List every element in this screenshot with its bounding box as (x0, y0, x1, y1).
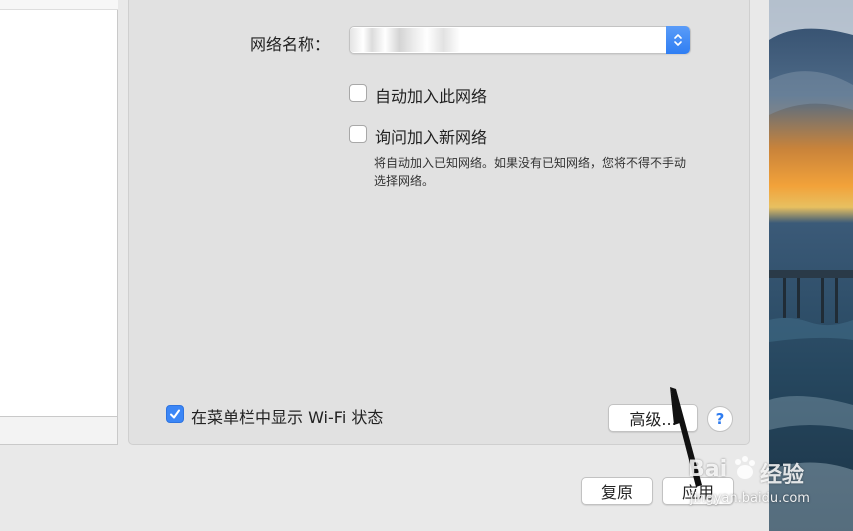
network-preferences-window: 网络名称： 自动加入此网络 询问加入新网络 将自动加入已知网络。如果没有已知网络… (0, 0, 769, 531)
revert-button[interactable]: 复原 (581, 477, 653, 505)
baidu-watermark: Bai 经验 jingyan.baidu.com (660, 455, 820, 515)
checkmark-icon (170, 409, 180, 419)
show-wifi-label: 在菜单栏中显示 Wi-Fi 状态 (191, 408, 384, 427)
help-button[interactable]: ? (707, 406, 733, 432)
paw-icon (735, 456, 755, 479)
ask-join-hint: 将自动加入已知网络。如果没有已知网络，您将不得不手动选择网络。 (374, 156, 687, 188)
auto-join-label: 自动加入此网络 (375, 87, 488, 106)
watermark-brand-right: 经验 (760, 463, 805, 488)
show-wifi-checkbox[interactable] (166, 405, 184, 423)
desktop-wallpaper (769, 0, 853, 531)
auto-join-checkbox[interactable] (349, 84, 367, 102)
window-footer (0, 445, 769, 531)
question-icon: ? (715, 410, 725, 428)
watermark-brand-left: Bai (688, 457, 728, 482)
ask-join-label: 询问加入新网络 (375, 128, 488, 147)
network-name-select[interactable] (349, 26, 691, 54)
wifi-settings-panel (128, 0, 750, 445)
ask-join-checkbox[interactable] (349, 125, 367, 143)
network-name-label: 网络名称： (250, 35, 331, 54)
watermark-url: jingyan.baidu.com (690, 491, 810, 506)
redacted-network-name (350, 28, 460, 52)
service-list-toolbar (0, 417, 118, 445)
service-list[interactable] (0, 0, 118, 417)
service-list-item[interactable] (0, 0, 118, 10)
chevron-updown-icon[interactable] (666, 26, 690, 54)
